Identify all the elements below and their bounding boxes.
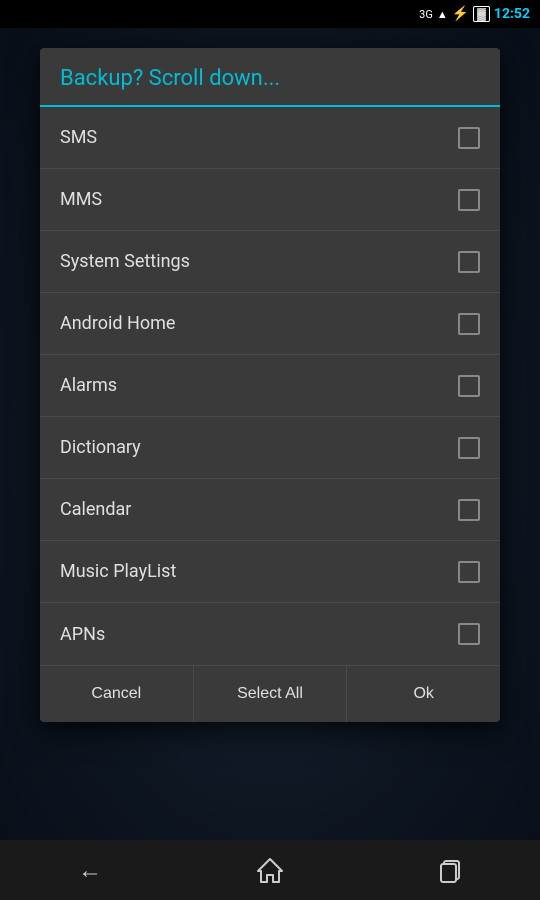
home-button[interactable] (240, 850, 300, 890)
checkbox-music-playlist[interactable] (458, 561, 480, 583)
dialog-footer: Cancel Select All Ok (40, 665, 500, 722)
item-label-dictionary: Dictionary (60, 437, 141, 458)
back-icon: ← (78, 856, 102, 885)
recents-button[interactable] (420, 850, 480, 890)
dialog-list: SMS MMS System Settings Android Home Ala… (40, 107, 500, 665)
back-button[interactable]: ← (60, 850, 120, 890)
recents-icon (437, 857, 463, 883)
list-item-system-settings[interactable]: System Settings (40, 231, 500, 293)
home-icon (256, 857, 284, 883)
cancel-button[interactable]: Cancel (40, 666, 194, 722)
battery-icon: ⚡ (452, 6, 469, 22)
signal-icon: 3G (419, 8, 433, 21)
checkbox-alarms[interactable] (458, 375, 480, 397)
list-item-dictionary[interactable]: Dictionary (40, 417, 500, 479)
list-item-calendar[interactable]: Calendar (40, 479, 500, 541)
status-bar: 3G ▲ ⚡ ▓ 12:52 (0, 0, 540, 28)
checkbox-apns[interactable] (458, 623, 480, 645)
item-label-mms: MMS (60, 189, 102, 210)
item-label-system-settings: System Settings (60, 251, 190, 272)
checkbox-dictionary[interactable] (458, 437, 480, 459)
item-label-android-home: Android Home (60, 313, 175, 334)
status-icons: 3G ▲ ⚡ ▓ 12:52 (419, 6, 530, 22)
dialog-title: Backup? Scroll down... (60, 66, 280, 91)
list-item-music-playlist[interactable]: Music PlayList (40, 541, 500, 603)
item-label-sms: SMS (60, 127, 97, 148)
clock: 12:52 (494, 6, 530, 22)
list-item-sms[interactable]: SMS (40, 107, 500, 169)
checkbox-android-home[interactable] (458, 313, 480, 335)
list-item-alarms[interactable]: Alarms (40, 355, 500, 417)
battery-level-icon: ▓ (473, 6, 490, 22)
checkbox-mms[interactable] (458, 189, 480, 211)
signal-bars-icon: ▲ (437, 8, 448, 21)
screen-content: Backup? Scroll down... SMS MMS System Se… (0, 28, 540, 840)
item-label-alarms: Alarms (60, 375, 117, 396)
checkbox-system-settings[interactable] (458, 251, 480, 273)
list-item-android-home[interactable]: Android Home (40, 293, 500, 355)
checkbox-calendar[interactable] (458, 499, 480, 521)
dialog-header: Backup? Scroll down... (40, 48, 500, 107)
list-item-mms[interactable]: MMS (40, 169, 500, 231)
select-all-button[interactable]: Select All (194, 666, 348, 722)
backup-dialog: Backup? Scroll down... SMS MMS System Se… (40, 48, 500, 722)
item-label-apns: APNs (60, 624, 105, 645)
checkbox-sms[interactable] (458, 127, 480, 149)
ok-button[interactable]: Ok (347, 666, 500, 722)
list-item-apns[interactable]: APNs (40, 603, 500, 665)
nav-bar: ← (0, 840, 540, 900)
item-label-music-playlist: Music PlayList (60, 561, 176, 582)
item-label-calendar: Calendar (60, 499, 131, 520)
